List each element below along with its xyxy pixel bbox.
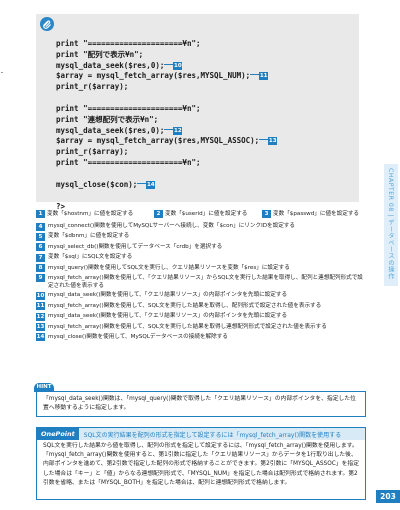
step-badge: 6	[36, 243, 45, 252]
hint-text: 「mysql_data_seek()関数は、「mysql_query()関数で取…	[43, 396, 356, 411]
step-badge: 1	[36, 210, 45, 218]
code-line: mysql_data_seek($res,0); 10	[56, 61, 277, 72]
onepoint-title: SQL文の実行結果を配列の形式を指定して設定するには「mysql_fetch_a…	[83, 431, 342, 439]
code-line: $array = mysql_fetch_array($res,MYSQL_NU…	[56, 71, 277, 82]
list-item: 5 変数「$dbnm」に値を設定する	[36, 232, 366, 242]
step-badge: 9	[36, 274, 45, 283]
step-badge: 14	[36, 333, 45, 342]
step-badge: 4	[36, 222, 45, 231]
step-text: mysql_close()関数を使用して、MySQLデータベースの接続を解除する	[48, 333, 228, 340]
code-line: $array = mysql_fetch_array($res,MYSQL_AS…	[56, 136, 278, 147]
chapter-side-text: CHAPTER 08 | データベースの操作	[387, 168, 394, 280]
code-line: print_r($array);	[56, 82, 277, 93]
step-badge: 11	[36, 302, 45, 311]
code-text: mysql_close($con);	[56, 179, 138, 189]
onepoint-body: SQL文を実行した結果から値を取得し、配列の形式を指定して設定するには、「mys…	[43, 443, 360, 486]
step-badge: 10	[36, 291, 45, 300]
code-text: print "配列で表示¥n";	[56, 49, 144, 59]
list-item: 8 mysql_query()関数を使用してSQL文を実行し、クエリ結果リソースを…	[36, 264, 366, 274]
code-line: mysql_close($con); 14	[56, 180, 277, 191]
code-text: $array = mysql_fetch_array($res,MYSQL_NU…	[56, 71, 251, 81]
step-badge: 5	[36, 232, 45, 241]
list-item: 6 mysql_select_db()関数を使用してデータベース「crdb」を選択…	[36, 243, 366, 253]
step-badge: 13	[268, 137, 278, 146]
step-text: mysql_fetch_array()関数を使用して、「クエリ結果リソース」から…	[48, 274, 363, 290]
step-text: mysql_data_seek()関数を使用して、「クエリ結果リソース」の内部ポ…	[48, 313, 288, 320]
binder-mark	[1, 72, 3, 73]
code-line: mysql_data_seek($res,0); 12	[56, 126, 277, 137]
step-list: 4 mysql_connect()関数を使用してMySQLサーバーへ接続し、変数「…	[36, 222, 366, 343]
code-text: print_r($array);	[56, 82, 129, 92]
onepoint-box: OnePoint SQL文の実行結果を配列の形式を指定して設定するには「mysq…	[36, 427, 366, 500]
code-text: print "=====================¥n";	[56, 103, 201, 113]
code-line: print "=====================¥n";	[56, 158, 277, 169]
legend-text: 変数「$hostnm」に値を設定する	[47, 211, 134, 217]
step-text: mysql_data_seek()関数を使用して、「クエリ結果リソース」の内部ポ…	[48, 292, 288, 299]
page-number: 203	[376, 490, 400, 503]
code-text: print "=====================¥n";	[56, 157, 201, 167]
step-text: 変数「$dbnm」に値を設定する	[48, 233, 130, 240]
code-line: print "=====================¥n";	[56, 104, 277, 115]
legend-text: 変数「$userid」に値を設定する	[165, 211, 248, 217]
legend-text: 変数「$passwd」に値を設定する	[273, 211, 360, 217]
step-badge: 3	[262, 210, 271, 218]
code-text: $array = mysql_fetch_array($res,MYSQL_AS…	[56, 136, 260, 146]
code-line: print "連想配列で表示¥n";	[56, 115, 277, 126]
step-text: 変数「$sql」にSQL文を設定する	[48, 254, 133, 261]
callout-leader	[137, 182, 147, 184]
code-lines: print "=====================¥n"; print "…	[56, 39, 278, 211]
step-text: mysql_fetch_array()関数を使用して、SQL文を実行した結果を取…	[48, 302, 322, 309]
callout-leader	[164, 63, 174, 65]
step-text: mysql_connect()関数を使用してMySQLサーバーへ接続し、変数「$…	[48, 223, 295, 229]
callout-leader	[250, 74, 260, 76]
list-item: 12 mysql_data_seek()関数を使用して、「クエリ結果リソース」の内…	[36, 312, 366, 322]
step-badge: 2	[154, 210, 163, 218]
code-text: print_r($array);	[56, 147, 129, 157]
code-text: print "=====================¥n";	[56, 39, 201, 48]
hint-box: 「mysql_data_seek()関数は、「mysql_query()関数で取…	[36, 391, 366, 417]
list-item: 9 mysql_fetch_array()関数を使用して、「クエリ結果リソース」か…	[36, 274, 366, 291]
onepoint-badge: OnePoint	[37, 428, 79, 440]
code-text: mysql_data_seek($res,0);	[56, 60, 165, 70]
step-text: mysql_select_db()関数を使用してデータベース「crdb」を選択す…	[48, 243, 223, 250]
legend-top-row: 1 変数「$hostnm」に値を設定する 2 変数「$userid」に値を設定する …	[36, 210, 366, 220]
legend-item: 1 変数「$hostnm」に値を設定する	[36, 210, 133, 219]
code-text: mysql_data_seek($res,0);	[56, 125, 165, 135]
code-line: print "=====================¥n";	[56, 39, 277, 50]
step-text: mysql_fetch_array()関数を使用して、SQL文を実行した結果を取…	[48, 323, 327, 330]
list-item: 10 mysql_data_seek()関数を使用して、「クエリ結果リソース」の内…	[36, 291, 366, 301]
step-badge: 8	[36, 264, 45, 273]
legend-item: 3 変数「$passwd」に値を設定する	[262, 210, 359, 219]
code-line: print_r($array);	[56, 147, 277, 158]
step-badge: 12	[173, 126, 183, 135]
step-badge: 10	[173, 61, 183, 70]
step-badge: 7	[36, 253, 45, 262]
list-item: 13 mysql_fetch_array()関数を使用して、SQL文を実行した結果…	[36, 323, 366, 333]
onepoint-header: OnePoint SQL文の実行結果を配列の形式を指定して設定するには「mysq…	[37, 428, 365, 440]
callout-leader	[164, 128, 174, 130]
list-item: 14 mysql_close()関数を使用して、MySQLデータベースの接続を解除…	[36, 333, 366, 343]
legend-item: 2 変数「$userid」に値を設定する	[154, 210, 247, 219]
code-line: print "配列で表示¥n";	[56, 50, 277, 61]
list-item: 7 変数「$sql」にSQL文を設定する	[36, 253, 366, 263]
code-text: print "連想配列で表示¥n";	[56, 114, 159, 124]
step-badge: 13	[36, 323, 45, 332]
list-item: 11 mysql_fetch_array()関数を使用して、SQL文を実行した結果…	[36, 302, 366, 312]
list-item: 4 mysql_connect()関数を使用してMySQLサーバーへ接続し、変数「…	[36, 222, 366, 232]
step-text: mysql_query()関数を使用してSQL文を実行し、クエリ結果リソースを変…	[48, 264, 290, 271]
code-listing: print "=====================¥n"; print "…	[36, 14, 359, 211]
step-badge: 11	[259, 72, 269, 81]
step-badge: 12	[36, 312, 45, 321]
step-badge: 14	[146, 180, 156, 189]
callout-leader	[259, 139, 269, 141]
code-listing-icon	[40, 17, 54, 31]
